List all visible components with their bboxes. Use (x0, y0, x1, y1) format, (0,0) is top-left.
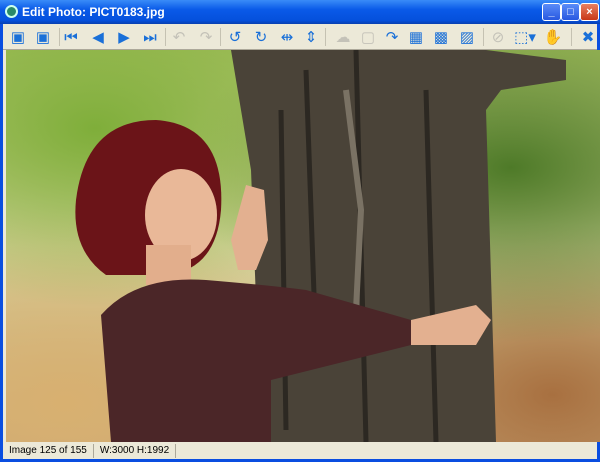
edit-photo-window: Edit Photo: PICT0183.jpg _ □ × ▣ ▣ ⏮ ◀ ▶ ⏭ ↶ ↷ ↺… (0, 0, 600, 462)
selection-tool-icon[interactable]: ⬚▾ (514, 27, 536, 47)
first-image-icon[interactable]: ⏮ (61, 27, 81, 47)
flip-horizontal-icon[interactable]: ⇹ (277, 27, 297, 47)
last-image-icon[interactable]: ⏭ (140, 27, 160, 47)
close-editor-icon[interactable]: ✖ (578, 27, 598, 47)
rotate-left-icon[interactable]: ↺ (225, 27, 245, 47)
undo-icon[interactable]: ↶ (169, 27, 189, 47)
separator (220, 28, 221, 46)
app-icon (5, 5, 18, 18)
red-eye-icon[interactable]: ☁ (333, 27, 353, 47)
image-position: Image 125 of 155 (3, 444, 94, 458)
minimize-button[interactable]: _ (542, 3, 561, 21)
next-image-icon[interactable]: ▶ (114, 27, 134, 47)
clear-selection-icon[interactable]: ⊘ (488, 27, 508, 47)
crop-icon[interactable]: ▢ (358, 27, 378, 47)
separator (325, 28, 326, 46)
save-close-icon[interactable]: ▣ (33, 27, 53, 47)
maximize-button[interactable]: □ (561, 3, 580, 21)
adjust-image-icon[interactable]: ▨ (457, 27, 477, 47)
window-title: Edit Photo: PICT0183.jpg (22, 5, 165, 19)
toolbar: ▣ ▣ ⏮ ◀ ▶ ⏭ ↶ ↷ ↺ ↻ ⇹ ⇕ ☁ ▢ ↷ ▦ ▩ ▨ ⊘ ⬚▾ ✋ ✖ (3, 24, 597, 50)
separator (59, 28, 60, 46)
rotate-right-icon[interactable]: ↻ (251, 27, 271, 47)
hand-tool-icon[interactable]: ✋ (543, 27, 563, 47)
flip-vertical-icon[interactable]: ⇕ (301, 27, 321, 47)
redo-icon[interactable]: ↷ (196, 27, 216, 47)
previous-image-icon[interactable]: ◀ (88, 27, 108, 47)
separator (483, 28, 484, 46)
grayscale-icon[interactable]: ▩ (431, 27, 451, 47)
title-bar: Edit Photo: PICT0183.jpg _ □ × (0, 0, 600, 24)
separator (571, 28, 572, 46)
auto-fix-icon[interactable]: ↷ (382, 27, 402, 47)
save-as-icon[interactable]: ▣ (8, 27, 28, 47)
image-dimensions: W:3000 H:1992 (94, 444, 177, 458)
separator (165, 28, 166, 46)
resize-icon[interactable]: ▦ (406, 27, 426, 47)
status-bar: Image 125 of 155 W:3000 H:1992 (3, 443, 597, 459)
photo-canvas[interactable] (6, 50, 600, 442)
close-button[interactable]: × (580, 3, 599, 21)
photo-image (75, 50, 566, 442)
